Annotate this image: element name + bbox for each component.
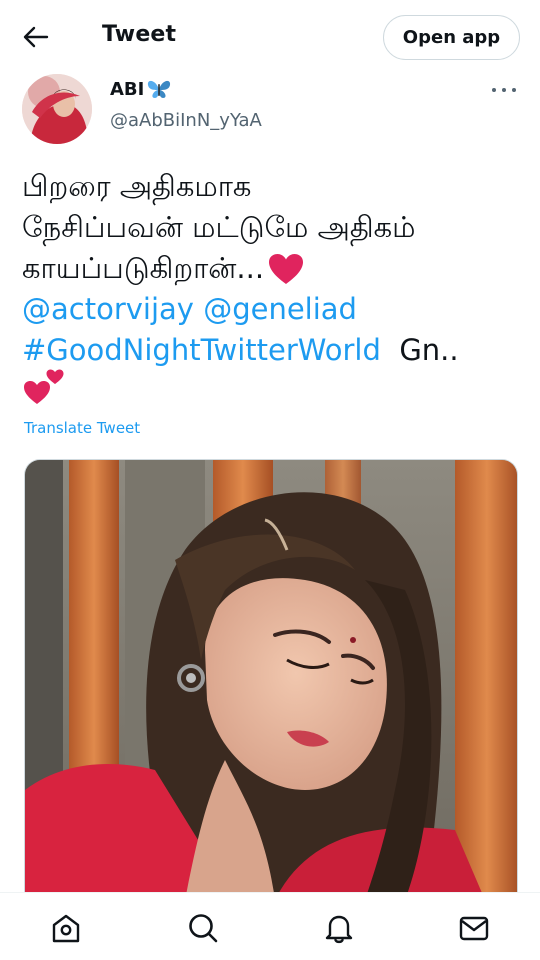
notifications-icon[interactable] bbox=[322, 911, 356, 945]
tweet-text-line: பிறரை அதிகமாக bbox=[22, 169, 252, 203]
two-hearts-icon bbox=[22, 366, 66, 417]
tweet-media-image[interactable] bbox=[24, 459, 518, 899]
tweet-text-line: காயப்படுகிறான்... bbox=[22, 251, 265, 285]
top-bar: Tweet Open app bbox=[0, 0, 540, 72]
user-handle[interactable]: @aAbBiInN_yYaA bbox=[110, 110, 262, 131]
mention-link[interactable]: @geneliad bbox=[203, 289, 357, 330]
tweet-text: பிறரை அதிகமாக நேசிப்பவன் மட்டுமே அதிகம் … bbox=[22, 166, 522, 412]
home-icon[interactable] bbox=[49, 911, 83, 945]
hashtag-link[interactable]: #GoodNightTwitterWorld bbox=[22, 330, 381, 371]
page-title: Tweet bbox=[102, 22, 177, 47]
red-heart-icon bbox=[268, 253, 304, 285]
search-icon[interactable] bbox=[186, 911, 220, 945]
tweet-text-line: நேசிப்பவன் மட்டுமே அதிகம் bbox=[22, 210, 416, 244]
display-name[interactable]: ABI bbox=[110, 78, 172, 100]
mention-link[interactable]: @actorvijay bbox=[22, 289, 194, 330]
more-horizontal-icon[interactable] bbox=[492, 84, 516, 96]
translate-tweet-link[interactable]: Translate Tweet bbox=[24, 419, 140, 437]
open-app-button[interactable]: Open app bbox=[383, 15, 520, 60]
tweet-text-trailing: Gn.. bbox=[399, 333, 459, 367]
bottom-navigation bbox=[0, 892, 540, 960]
tweet-author: ABI @aAbBiInN_yYaA bbox=[22, 74, 522, 146]
display-name-text: ABI bbox=[110, 78, 145, 100]
arrow-left-icon[interactable] bbox=[20, 22, 52, 52]
messages-icon[interactable] bbox=[457, 911, 491, 945]
avatar[interactable] bbox=[22, 74, 92, 144]
butterfly-icon bbox=[146, 78, 172, 100]
